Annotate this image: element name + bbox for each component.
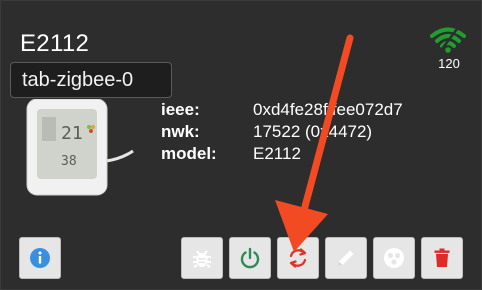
device-title: E2112	[20, 30, 90, 57]
circles-icon	[384, 248, 404, 268]
display-bottom-number: 38	[61, 154, 77, 169]
prop-key: nwk:	[161, 122, 200, 141]
power-icon	[240, 247, 260, 269]
info-icon	[30, 248, 50, 268]
prop-key: ieee:	[161, 100, 200, 119]
device-image: 21 38	[26, 99, 134, 196]
prop-row-ieee: ieee: 0xd4fe28fffee072d7	[161, 99, 403, 121]
delete-button[interactable]	[421, 237, 463, 279]
power-button[interactable]	[229, 237, 271, 279]
pencil-icon	[338, 250, 354, 266]
prop-value: 0xd4fe28fffee072d7	[253, 100, 403, 119]
debug-button[interactable]	[181, 237, 223, 279]
bind-button[interactable]	[373, 237, 415, 279]
tooltip: tab-zigbee-0	[10, 62, 172, 98]
device-properties: ieee: 0xd4fe28fffee072d7 nwk: 17522 (0x4…	[161, 99, 403, 165]
link-quality-value: 120	[438, 56, 460, 71]
reconfigure-button[interactable]	[277, 237, 319, 279]
prop-row-model: model: E2112	[161, 143, 403, 165]
device-card: E2112 tab-zigbee-0 120 21 38 ieee: 0xd4f…	[0, 0, 482, 290]
prop-row-nwk: nwk: 17522 (0x4472)	[161, 121, 403, 143]
rename-button[interactable]	[325, 237, 367, 279]
prop-value: 17522 (0x4472)	[253, 122, 373, 141]
trash-icon	[434, 248, 450, 267]
prop-value: E2112	[253, 144, 301, 163]
refresh-icon	[289, 248, 307, 268]
info-button[interactable]	[19, 237, 61, 279]
prop-key: model:	[161, 144, 217, 163]
wifi-signal-icon	[430, 27, 466, 54]
bug-icon	[193, 250, 211, 268]
display-top-number: 21	[61, 123, 83, 144]
